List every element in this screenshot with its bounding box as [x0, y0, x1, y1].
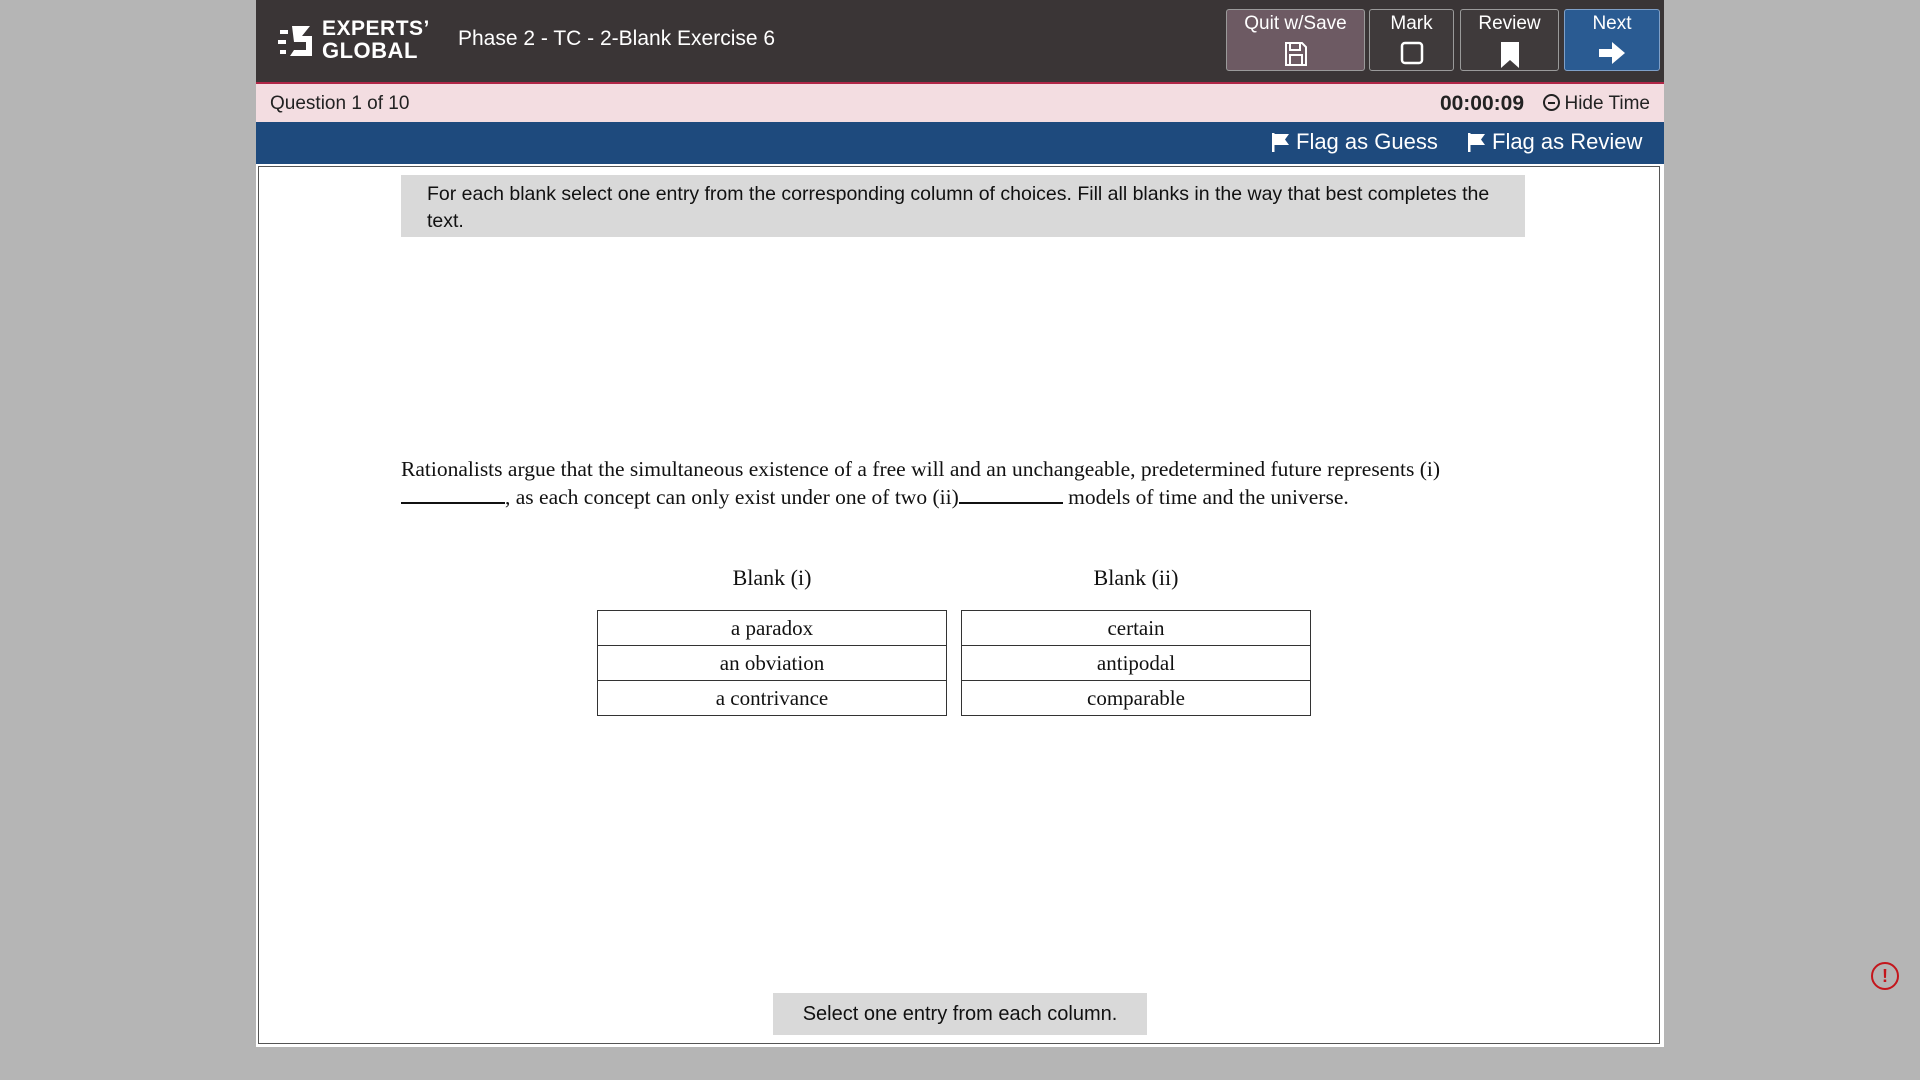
flag-as-review-button[interactable]: Flag as Review [1468, 129, 1642, 155]
floppy-disk-icon [1284, 42, 1307, 66]
choice-option[interactable]: an obviation [598, 646, 946, 681]
question-counter: Question 1 of 10 [270, 93, 409, 115]
blank-ii-header: Blank (ii) [1093, 565, 1179, 590]
mark-button[interactable]: Mark [1369, 9, 1454, 71]
choice-option[interactable]: a contrivance [598, 681, 946, 715]
passage-part-1: Rationalists argue that the simultaneous… [401, 457, 1440, 481]
question-passage: Rationalists argue that the simultaneous… [401, 455, 1531, 511]
question-status-bar: Question 1 of 10 00:00:09 Hide Time [256, 82, 1664, 122]
exam-title: Phase 2 - TC - 2-Blank Exercise 6 [458, 27, 776, 50]
flag-as-guess-label: Flag as Guess [1296, 129, 1438, 154]
flag-as-guess-button[interactable]: Flag as Guess [1272, 129, 1438, 155]
flag-as-review-label: Flag as Review [1492, 129, 1643, 154]
bookmark-icon [1500, 42, 1519, 68]
selection-hint: Select one entry from each column. [773, 993, 1147, 1035]
logo-mark-icon [278, 26, 312, 56]
hide-time-toggle[interactable]: Hide Time [1543, 93, 1650, 115]
choice-option[interactable]: a paradox [598, 611, 946, 646]
choice-option[interactable]: comparable [962, 681, 1310, 715]
mark-label: Mark [1390, 13, 1433, 34]
quit-save-button[interactable]: Quit w/Save [1226, 9, 1365, 71]
question-number: 1 of 10 [351, 93, 410, 114]
test-window: EXPERTS’ GLOBAL Phase 2 - TC - 2-Blank E… [256, 0, 1664, 1047]
blank-i-header: Blank (i) [732, 565, 812, 590]
next-button[interactable]: Next [1564, 9, 1660, 71]
flag-bar: Flag as Guess Flag as Review [256, 122, 1664, 164]
passage-part-2: , as each concept can only exist under o… [505, 485, 959, 509]
review-label: Review [1478, 13, 1541, 34]
experts-global-logo: EXPERTS’ GLOBAL [278, 17, 430, 64]
alert-icon[interactable]: ! [1871, 962, 1899, 990]
question-label: Question [270, 93, 347, 114]
choice-option[interactable]: antipodal [962, 646, 1310, 681]
flag-icon [1272, 133, 1289, 152]
top-bar: EXPERTS’ GLOBAL Phase 2 - TC - 2-Blank E… [256, 0, 1664, 82]
blank-ii-choices: certain antipodal comparable [961, 610, 1311, 716]
hide-time-label: Hide Time [1564, 93, 1650, 114]
question-panel: For each blank select one entry from the… [258, 166, 1660, 1044]
quit-save-label: Quit w/Save [1244, 13, 1347, 34]
choice-option[interactable]: certain [962, 611, 1310, 646]
review-button[interactable]: Review [1460, 9, 1559, 71]
minus-circle-icon [1543, 94, 1561, 111]
blank-i-choices: a paradox an obviation a contrivance [597, 610, 947, 716]
instructions-box: For each blank select one entry from the… [401, 175, 1525, 237]
blank-i [401, 483, 505, 504]
next-label: Next [1592, 13, 1632, 34]
logo-text-line2: GLOBAL [322, 38, 418, 63]
timer: 00:00:09 [1439, 92, 1524, 115]
checkbox-icon [1400, 41, 1423, 65]
passage-part-3: models of time and the universe. [1062, 485, 1349, 509]
logo-text-line1: EXPERTS’ [322, 17, 430, 40]
arrow-right-icon [1599, 42, 1625, 64]
flag-icon [1468, 133, 1485, 152]
blank-ii [958, 483, 1063, 504]
